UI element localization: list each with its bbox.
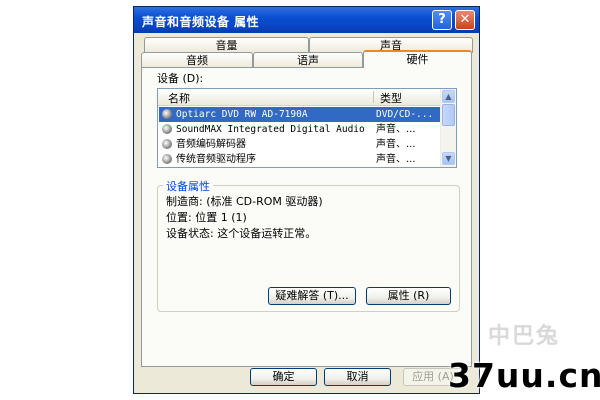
device-properties-button[interactable]: 属性 (R) xyxy=(366,287,451,305)
device-list[interactable]: 名称 类型 Optiarc DVD RW AD-7190A DVD/CD-...… xyxy=(157,88,457,168)
audio-device-icon xyxy=(162,154,172,164)
device-name: 传统音频驱动程序 xyxy=(176,154,256,165)
audio-device-icon xyxy=(162,139,172,149)
scroll-thumb[interactable] xyxy=(442,104,455,126)
device-list-scrollbar[interactable]: ▲ ▼ xyxy=(440,89,456,167)
help-icon: ? xyxy=(438,12,446,27)
device-type: 声音、... xyxy=(376,139,416,150)
device-name: SoundMAX Integrated Digital Audio xyxy=(176,124,365,135)
tab-volume[interactable]: 音量 xyxy=(144,37,309,53)
site-watermark: 37uu.cn xyxy=(448,356,600,395)
device-row[interactable]: 传统音频驱动程序 声音、... xyxy=(159,152,442,167)
tab-voice-label: 语声 xyxy=(297,54,319,67)
audio-device-icon xyxy=(162,124,172,134)
column-separator[interactable] xyxy=(373,91,374,103)
cdrom-icon xyxy=(162,109,172,119)
device-status-text: 设备状态: 这个设备运转正常。 xyxy=(166,227,317,240)
manufacturer-text: 制造商: (标准 CD-ROM 驱动器) xyxy=(166,195,323,208)
tab-volume-label: 音量 xyxy=(215,39,238,52)
window-title: 声音和音频设备 属性 xyxy=(142,15,260,29)
tab-hardware[interactable]: 硬件 xyxy=(363,50,472,68)
title-bar[interactable]: 声音和音频设备 属性 ? ✕ xyxy=(134,7,479,33)
location-text: 位置: 位置 1 (1) xyxy=(166,211,247,224)
close-button[interactable]: ✕ xyxy=(455,10,475,30)
help-button[interactable]: ? xyxy=(432,10,452,30)
column-type-header[interactable]: 类型 xyxy=(380,90,402,106)
scroll-up-icon[interactable]: ▲ xyxy=(442,90,455,103)
device-list-header: 名称 类型 xyxy=(158,89,442,106)
ok-button[interactable]: 确定 xyxy=(250,368,317,386)
close-icon: ✕ xyxy=(459,12,471,27)
troubleshoot-button[interactable]: 疑难解答 (T)... xyxy=(268,287,356,305)
device-row[interactable]: Optiarc DVD RW AD-7190A DVD/CD-... xyxy=(159,107,442,122)
device-row[interactable]: SoundMAX Integrated Digital Audio 声音、... xyxy=(159,122,442,137)
tab-audio-label: 音频 xyxy=(186,54,208,67)
device-properties-title: 设备属性 xyxy=(163,178,213,194)
device-type: 声音、... xyxy=(376,154,416,165)
scroll-down-icon[interactable]: ▼ xyxy=(442,152,455,165)
device-row[interactable]: 音频编码解码器 声音、... xyxy=(159,137,442,152)
tab-audio[interactable]: 音频 xyxy=(141,52,253,68)
device-name: 音频编码解码器 xyxy=(176,139,246,150)
faint-site-logo: 中巴兔 xyxy=(488,324,561,349)
tab-hardware-label: 硬件 xyxy=(406,53,429,66)
device-name: Optiarc DVD RW AD-7190A xyxy=(176,109,308,120)
device-type: DVD/CD-... xyxy=(376,109,434,120)
column-name-header[interactable]: 名称 xyxy=(168,90,190,106)
devices-label: 设备 (D): xyxy=(157,72,204,85)
tab-voice[interactable]: 语声 xyxy=(253,52,363,68)
device-type: 声音、... xyxy=(376,124,416,135)
cancel-button[interactable]: 取消 xyxy=(324,368,391,386)
